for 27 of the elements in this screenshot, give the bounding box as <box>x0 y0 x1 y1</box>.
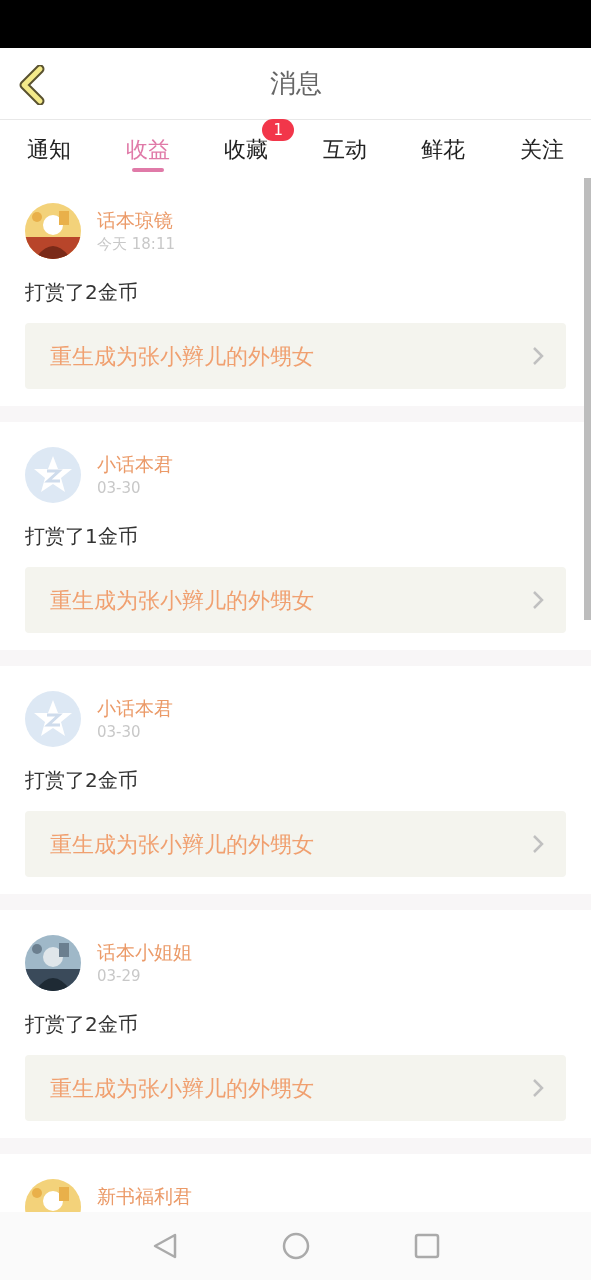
tab[interactable]: 通知 <box>0 120 99 178</box>
tab[interactable]: 鲜花 <box>394 120 493 178</box>
message-text: 打赏了1金币 <box>25 523 139 550</box>
scrollbar[interactable] <box>584 178 591 620</box>
badge: 1 <box>262 118 295 141</box>
tab[interactable]: 互动 <box>295 120 394 178</box>
back-triangle-icon[interactable] <box>151 1232 178 1260</box>
user-name: 话本小姐姐 <box>97 940 192 965</box>
tab-underline <box>131 168 164 172</box>
chevron-right-icon <box>532 834 544 854</box>
user-name: 小话本君 <box>97 452 173 477</box>
tab[interactable]: 收藏 1 <box>197 120 296 178</box>
default-avatar-icon <box>25 447 81 503</box>
chevron-right-icon <box>532 346 544 366</box>
message-text: 打赏了2金币 <box>25 1011 139 1038</box>
chevron-right-icon <box>532 1078 544 1098</box>
default-avatar-icon <box>25 691 81 747</box>
tab[interactable]: 关注 <box>492 120 591 178</box>
user-name: 小话本君 <box>97 696 173 721</box>
message-text: 打赏了2金币 <box>25 279 139 306</box>
home-circle-icon[interactable] <box>281 1232 310 1260</box>
recents-square-icon[interactable] <box>413 1233 440 1259</box>
user-name: 话本琼镜 <box>97 208 174 233</box>
chevron-right-icon <box>532 590 544 610</box>
user-name: 新书福利君 <box>97 1184 192 1209</box>
page-title: 消息 <box>269 67 322 100</box>
message-text: 打赏了2金币 <box>25 767 139 794</box>
